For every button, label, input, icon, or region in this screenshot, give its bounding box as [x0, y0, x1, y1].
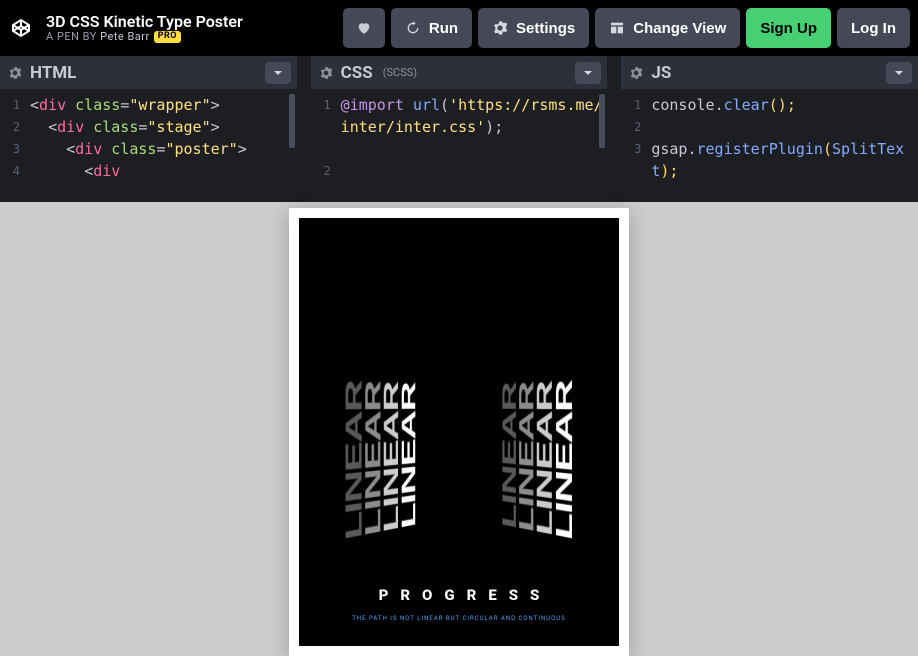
pane-collapse-button[interactable] [886, 62, 912, 84]
layout-icon [609, 20, 625, 36]
pane-label: JS [651, 63, 671, 83]
kinetic-type: LINEARLINEARLINEARLINEAR LINEARLINEARLIN… [299, 274, 619, 534]
pane-label: HTML [30, 63, 76, 83]
chevron-down-icon [583, 68, 593, 78]
pen-byline: A PEN BY Pete BarrPRO [46, 31, 333, 43]
code-editor-html[interactable]: 1234 <div class="wrapper"> <div class="s… [0, 90, 297, 202]
minimap-scrollbar[interactable] [289, 94, 295, 148]
run-icon [405, 20, 421, 36]
pane-js: JS 123 console.clear(); gsap.registerPlu… [621, 56, 918, 202]
poster-title: PROGRESS [299, 586, 619, 604]
author-link[interactable]: Pete Barr [100, 30, 150, 43]
pane-sublabel: (SCSS) [383, 66, 417, 79]
editor-panes: HTML 1234 <div class="wrapper"> <div cla… [0, 56, 918, 202]
poster-subtitle: THE PATH IS NOT LINEAR BUT CIRCULAR AND … [299, 615, 619, 622]
log-in-button[interactable]: Log In [837, 8, 910, 48]
pro-badge: PRO [154, 31, 181, 43]
result-preview: LINEARLINEARLINEARLINEAR LINEARLINEARLIN… [0, 202, 918, 656]
pane-collapse-button[interactable] [265, 62, 291, 84]
gear-icon [492, 20, 508, 36]
chevron-down-icon [273, 68, 283, 78]
gear-icon[interactable] [319, 66, 333, 80]
pane-css: CSS (SCSS) 1 2 @import url('https://rsms… [311, 56, 608, 202]
gear-icon[interactable] [629, 66, 643, 80]
poster-frame: LINEARLINEARLINEARLINEAR LINEARLINEARLIN… [289, 208, 629, 656]
code-editor-css[interactable]: 1 2 @import url('https://rsms.me/inter/i… [311, 90, 608, 202]
change-view-button[interactable]: Change View [595, 8, 740, 48]
run-button[interactable]: Run [391, 8, 472, 48]
pane-collapse-button[interactable] [575, 62, 601, 84]
minimap-scrollbar[interactable] [599, 94, 605, 148]
pane-html: HTML 1234 <div class="wrapper"> <div cla… [0, 56, 297, 202]
codepen-logo[interactable] [10, 17, 32, 39]
app-header: 3D CSS Kinetic Type Poster A PEN BY Pete… [0, 0, 918, 56]
pen-title: 3D CSS Kinetic Type Poster [46, 13, 333, 31]
settings-button[interactable]: Settings [478, 8, 589, 48]
poster: LINEARLINEARLINEARLINEAR LINEARLINEARLIN… [299, 218, 619, 646]
chevron-down-icon [894, 68, 904, 78]
pane-label: CSS [341, 63, 373, 83]
sign-up-button[interactable]: Sign Up [746, 8, 831, 48]
gear-icon[interactable] [8, 66, 22, 80]
love-button[interactable] [343, 8, 385, 48]
code-editor-js[interactable]: 123 console.clear(); gsap.registerPlugin… [621, 90, 918, 202]
heart-icon [356, 20, 372, 36]
